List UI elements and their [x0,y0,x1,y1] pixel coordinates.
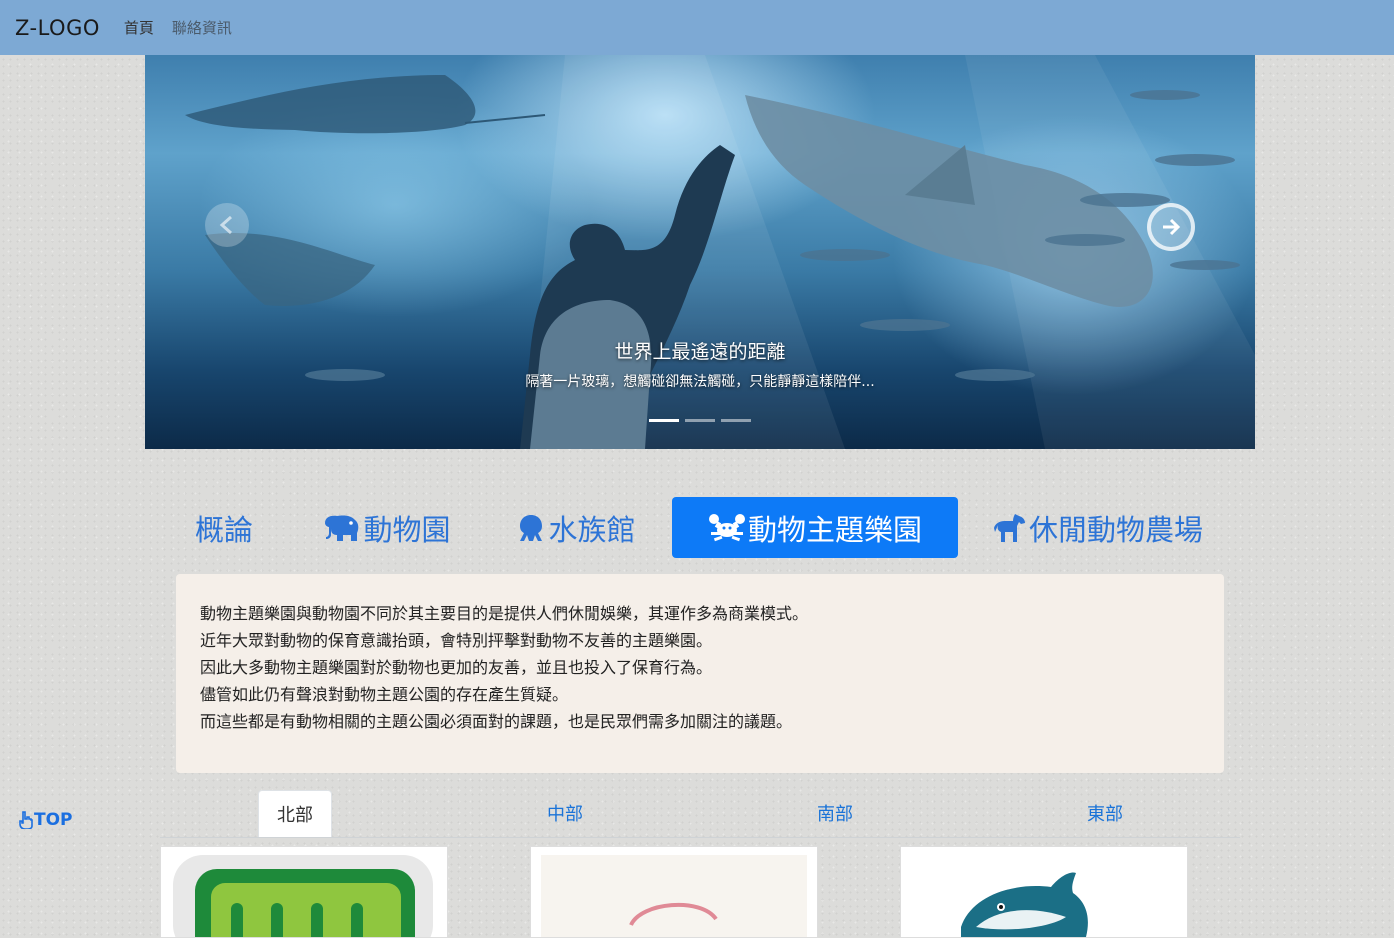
arrow-left-icon [219,215,232,235]
nav-link-contact[interactable]: 聯絡資訊 [172,17,232,38]
description-line: 動物主題樂園與動物園不同於其主要目的是提供人們休閒娛樂，其運作多為商業模式。 [200,604,809,623]
carousel-indicator[interactable] [685,419,715,422]
tab-theme-park[interactable]: 動物主題樂園 [672,497,958,558]
tab-label: 水族館 [548,512,636,547]
description-line: 因此大多動物主題樂園對於動物也更加的友善，並且也投入了保育行為。 [200,658,713,677]
description-line: 儘管如此仍有聲浪對動物主題公園的存在產生質疑。 [200,685,569,704]
back-to-top-button[interactable]: TOP [18,810,73,830]
carousel-caption-text: 隔著一片玻璃，想觸碰卻無法觸碰，只能靜靜這樣陪伴... [525,374,875,390]
elephant-icon [321,513,361,543]
hero-carousel: 世界上最遙遠的距離 隔著一片玻璃，想觸碰卻無法觸碰，只能靜靜這樣陪伴... [145,55,1255,449]
description-line: 而這些都是有動物相關的主題公園必須面對的課題，也是民眾們需多加關注的議題。 [200,712,793,731]
tab-farm[interactable]: 休閒動物農場 [988,497,1208,558]
tab-label: 動物園 [363,512,451,547]
description-panel: 動物主題樂園與動物園不同於其主要目的是提供人們休閒娛樂，其運作多為商業模式。 近… [176,574,1224,773]
arrow-right-icon [1163,218,1181,236]
crab-icon [708,512,746,544]
carousel-next-button[interactable] [1147,203,1195,251]
carousel-indicator[interactable] [649,419,679,422]
region-tabs: 北部 中部 南部 東部 [160,790,1240,838]
park-card[interactable] [160,846,448,938]
hand-point-up-icon [19,811,33,829]
horse-icon [993,512,1027,544]
carousel-prev-button[interactable] [205,203,249,247]
tab-label: 動物主題樂園 [747,512,922,547]
octopus-icon [516,513,546,543]
tab-label: 休閒動物農場 [1028,512,1203,547]
tab-label: 概論 [194,512,253,547]
park-card[interactable] [900,846,1188,938]
tab-north[interactable]: 北部 [258,790,332,837]
brand-logo[interactable]: Z-LOGO [15,16,100,40]
description-line: 近年大眾對動物的保育意識抬頭，會特別抨擊對動物不友善的主題樂園。 [200,631,713,650]
nav-link-home[interactable]: 首頁 [124,17,154,38]
category-tabs: 概論 動物園 水族館 動物主題樂園 休閒動物農場 [176,497,1224,558]
tab-zoo[interactable]: 動物園 [306,497,466,558]
tab-east[interactable]: 東部 [1070,790,1140,836]
tab-central[interactable]: 中部 [530,790,600,836]
tab-aquarium[interactable]: 水族館 [506,497,646,558]
tab-overview[interactable]: 概論 [176,497,272,558]
carousel-indicator[interactable] [721,419,751,422]
carousel-indicators [649,419,751,422]
carousel-caption-title: 世界上最遙遠的距離 [614,341,786,363]
tab-south[interactable]: 南部 [800,790,870,836]
park-card[interactable] [530,846,818,938]
back-to-top-label: TOP [34,810,73,830]
navbar: Z-LOGO 首頁 聯絡資訊 [0,0,1394,55]
